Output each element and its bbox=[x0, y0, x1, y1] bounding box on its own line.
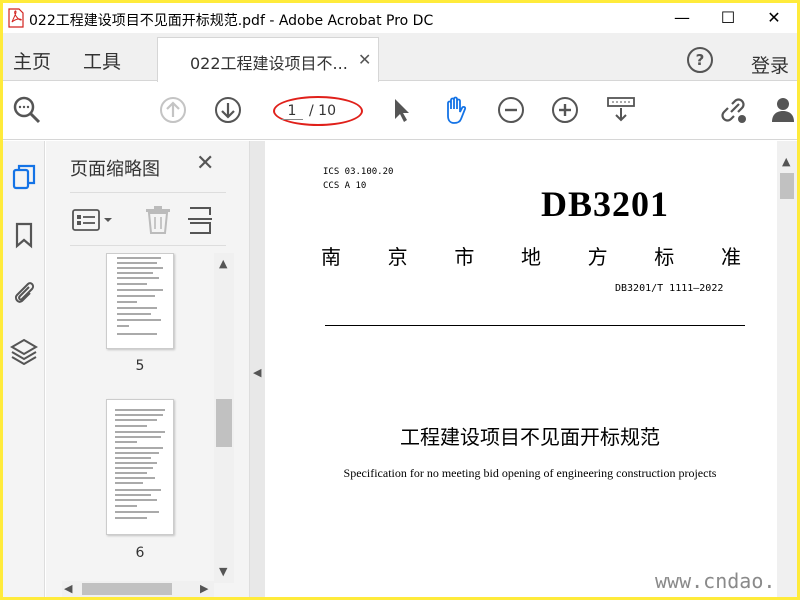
main-toolbar: 1 / 10 bbox=[3, 82, 797, 140]
scroll-left-arrow-icon[interactable]: ◀ bbox=[64, 582, 72, 595]
thumbnail-options-icon[interactable] bbox=[72, 207, 114, 233]
zoom-in-icon[interactable] bbox=[549, 94, 581, 126]
thumbnail-vertical-scrollbar[interactable]: ▲ ▼ bbox=[214, 253, 234, 583]
thumbnail-label-5: 5 bbox=[135, 358, 145, 374]
thumbnail-panel: 页面缩略图 ✕ 5 6 ▲ ▼ ◀ ▶ bbox=[46, 141, 249, 597]
page-thumbnail-5[interactable] bbox=[106, 253, 174, 349]
ics-ccs-codes: ICS 03.100.20 CCS A 10 bbox=[323, 165, 393, 193]
maximize-button[interactable]: ☐ bbox=[705, 3, 751, 33]
thumbnail-panel-title: 页面缩略图 bbox=[70, 159, 160, 180]
org-char: 京 bbox=[387, 245, 408, 269]
tab-home[interactable]: 主页 bbox=[13, 47, 51, 74]
add-user-icon[interactable] bbox=[769, 94, 797, 126]
share-link-icon[interactable] bbox=[717, 94, 749, 126]
previous-page-icon[interactable] bbox=[157, 94, 189, 126]
zoom-search-icon[interactable] bbox=[11, 94, 43, 126]
org-char: 准 bbox=[720, 245, 741, 269]
watermark: www.cndao.com bbox=[655, 569, 797, 593]
scroll-right-arrow-icon[interactable]: ▶ bbox=[200, 582, 208, 595]
scroll-down-arrow-icon[interactable]: ▼ bbox=[219, 565, 227, 578]
tab-row: 主页 工具 022工程建设项目不... ✕ ? 登录 bbox=[3, 33, 797, 82]
page-number-box: 1 / 10 bbox=[273, 96, 363, 126]
thumbnail-horizontal-scrollbar[interactable]: ◀ ▶ bbox=[62, 581, 214, 597]
panel-splitter[interactable]: ◀ bbox=[249, 141, 265, 597]
navigation-rail bbox=[3, 141, 45, 597]
thumbnail-list: 5 6 bbox=[46, 253, 232, 577]
layers-icon[interactable] bbox=[10, 337, 38, 365]
next-page-icon[interactable] bbox=[212, 94, 244, 126]
collapse-panel-arrow-icon[interactable]: ◀ bbox=[253, 366, 261, 379]
hand-tool-icon[interactable] bbox=[439, 94, 471, 126]
select-cursor-icon[interactable] bbox=[385, 94, 417, 126]
header-rule bbox=[325, 325, 745, 326]
window-title: 022工程建设项目不见面开标规范.pdf - Adobe Acrobat Pro… bbox=[29, 13, 434, 29]
org-char: 地 bbox=[520, 245, 541, 269]
thumbnail-label-6: 6 bbox=[135, 545, 145, 561]
page-thumbnail-6[interactable] bbox=[106, 399, 174, 535]
tab-tools[interactable]: 工具 bbox=[83, 47, 121, 74]
acrobat-app-icon[interactable] bbox=[7, 8, 25, 28]
zoom-out-icon[interactable] bbox=[495, 94, 527, 126]
thumbnail-tools bbox=[70, 192, 226, 246]
page-number-input[interactable]: 1 bbox=[281, 103, 303, 120]
help-icon[interactable]: ? bbox=[687, 47, 713, 73]
doc-scroll-up-arrow-icon[interactable]: ▲ bbox=[782, 155, 790, 168]
thumbnail-scroll-thumb[interactable] bbox=[216, 399, 232, 447]
standard-number: DB3201/T 1111—2022 bbox=[615, 283, 724, 294]
close-window-button[interactable]: ✕ bbox=[751, 3, 797, 33]
page-display-icon[interactable] bbox=[605, 94, 637, 126]
page-thumbnails-icon[interactable] bbox=[10, 163, 38, 191]
scroll-up-arrow-icon[interactable]: ▲ bbox=[219, 257, 227, 270]
ics-code: ICS 03.100.20 bbox=[323, 167, 394, 177]
org-char: 南 bbox=[321, 245, 341, 269]
thumbnail-panel-close-icon[interactable]: ✕ bbox=[196, 151, 214, 176]
document-vertical-scrollbar[interactable]: ▲ bbox=[777, 141, 797, 597]
delete-page-icon[interactable] bbox=[144, 205, 172, 235]
page-total-label: / 10 bbox=[309, 103, 336, 119]
title-bar: 022工程建设项目不见面开标规范.pdf - Adobe Acrobat Pro… bbox=[3, 3, 797, 33]
thumbnail-text-lines bbox=[117, 257, 163, 335]
thumbnail-hscroll-thumb[interactable] bbox=[82, 583, 172, 595]
document-tab-close-icon[interactable]: ✕ bbox=[358, 50, 371, 69]
extract-page-icon[interactable] bbox=[186, 205, 214, 235]
bookmark-icon[interactable] bbox=[10, 221, 38, 249]
org-char: 标 bbox=[654, 245, 675, 269]
document-tab-label: 022工程建设项目不... bbox=[190, 54, 348, 73]
document-scroll-thumb[interactable] bbox=[780, 173, 794, 199]
login-button[interactable]: 登录 bbox=[751, 51, 789, 78]
document-view: ICS 03.100.20 CCS A 10 DB3201 南 京 市 地 方 … bbox=[265, 141, 797, 597]
attachment-icon[interactable] bbox=[10, 278, 38, 306]
ccs-code: CCS A 10 bbox=[323, 181, 367, 191]
minimize-button[interactable]: — bbox=[659, 3, 705, 33]
document-title-chinese: 工程建设项目不见面开标规范 bbox=[400, 425, 660, 449]
tab-document[interactable]: 022工程建设项目不... ✕ bbox=[157, 37, 379, 82]
issuing-organization: 南 京 市 地 方 标 准 bbox=[321, 241, 741, 270]
org-char: 方 bbox=[587, 245, 608, 269]
acrobat-window: 022工程建设项目不见面开标规范.pdf - Adobe Acrobat Pro… bbox=[3, 3, 797, 597]
thumbnail-text-lines bbox=[115, 409, 165, 519]
org-char: 市 bbox=[454, 245, 475, 269]
document-title-english: Specification for no meeting bid opening… bbox=[343, 466, 717, 480]
standard-code: DB3201 bbox=[541, 184, 670, 224]
